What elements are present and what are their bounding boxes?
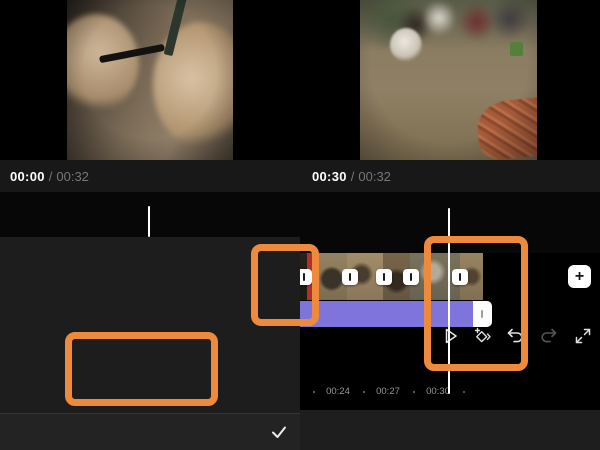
left-time-display: 00:00 / 00:32 bbox=[10, 160, 89, 192]
ruler-label: 00:24 bbox=[326, 386, 350, 397]
ruler-dot bbox=[463, 391, 465, 393]
transition-button[interactable] bbox=[300, 269, 312, 285]
track-trim-handle[interactable] bbox=[473, 301, 492, 327]
timeline-screen: 00:30 / 00:32 00:24 bbox=[300, 0, 600, 450]
filter-panel: 滤镜 调节 画质 影视级 人像 基础 露营 室内 黑白 更多 ★ bbox=[0, 237, 300, 413]
filter-screen: 00:00 / 00:32 00:00 00:03 00:06 00:09 bbox=[0, 0, 300, 450]
ruler-dot bbox=[363, 391, 365, 393]
vignette bbox=[360, 0, 537, 160]
right-control-bar: 00:30 / 00:32 bbox=[300, 160, 600, 192]
total-time: 00:32 bbox=[358, 169, 391, 184]
left-bottom-bar bbox=[0, 413, 300, 450]
transition-button[interactable] bbox=[376, 269, 392, 285]
clip-toolbar: « 编辑 复制 分割 bbox=[300, 410, 600, 450]
transition-button[interactable] bbox=[452, 269, 468, 285]
vignette bbox=[67, 0, 233, 160]
play-icon[interactable] bbox=[440, 326, 460, 346]
confirm-check-icon[interactable] bbox=[269, 422, 289, 442]
right-time-display: 00:30 / 00:32 bbox=[312, 160, 391, 192]
video-preview-outdoor bbox=[360, 0, 537, 160]
fullscreen-icon[interactable] bbox=[573, 326, 593, 346]
total-time: 00:32 bbox=[56, 169, 89, 184]
time-separator: / bbox=[351, 169, 355, 184]
ruler-dot bbox=[313, 391, 315, 393]
plus-icon: + bbox=[575, 268, 584, 286]
left-playhead bbox=[148, 206, 150, 237]
transition-button[interactable] bbox=[403, 269, 419, 285]
time-separator: / bbox=[49, 169, 53, 184]
current-time: 00:30 bbox=[312, 169, 347, 184]
redo-icon[interactable] bbox=[539, 326, 559, 346]
right-playhead bbox=[448, 208, 450, 394]
ruler-dot bbox=[413, 391, 415, 393]
transition-button[interactable] bbox=[342, 269, 358, 285]
left-control-bar: 00:00 / 00:32 bbox=[0, 160, 300, 192]
current-time: 00:00 bbox=[10, 169, 45, 184]
left-timeline[interactable]: 00:00 00:03 00:06 00:09 bbox=[0, 192, 300, 238]
right-timeline[interactable]: 00:24 00:27 00:30 bbox=[300, 192, 600, 253]
handle-tick bbox=[481, 310, 483, 318]
video-preview-sepia bbox=[67, 0, 233, 160]
keyframe-icon[interactable] bbox=[472, 326, 492, 346]
capcut-editor-screens: 00:00 / 00:32 00:00 00:03 00:06 00:09 bbox=[0, 0, 600, 450]
ruler-label: 00:30 bbox=[426, 386, 450, 397]
undo-icon[interactable] bbox=[505, 326, 525, 346]
add-clip-button[interactable]: + bbox=[568, 265, 591, 288]
ruler-label: 00:27 bbox=[376, 386, 400, 397]
